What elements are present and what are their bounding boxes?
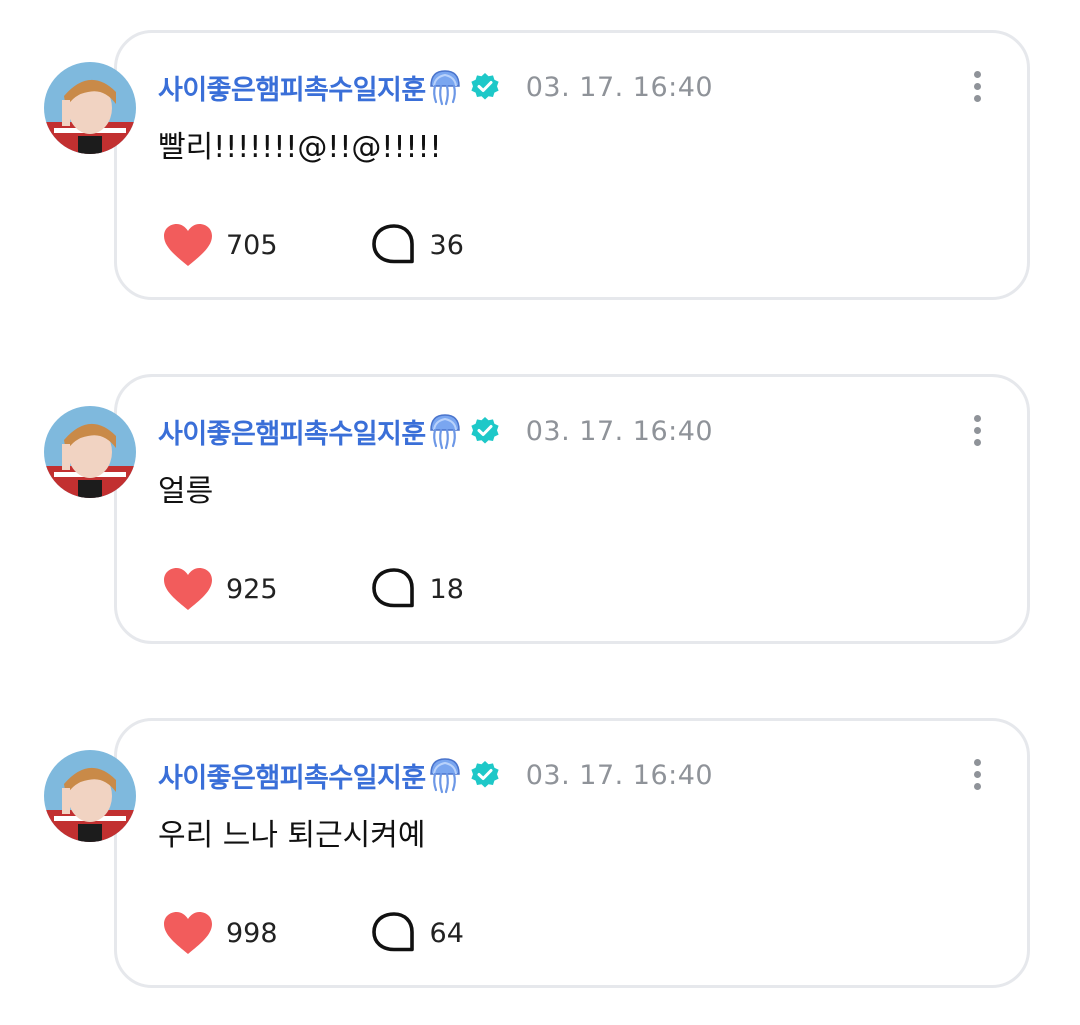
more-dot: [973, 770, 981, 778]
like-button[interactable]: 705: [162, 222, 278, 268]
jellyfish-icon: [428, 412, 462, 450]
timestamp: 03. 17. 16:40: [525, 415, 714, 447]
username[interactable]: 사이좋은햄피촉수일지훈: [158, 68, 426, 107]
like-button[interactable]: 998: [162, 910, 278, 956]
username[interactable]: 사이좋은햄피촉수일지훈: [158, 756, 426, 795]
timestamp: 03. 17. 16:40: [525, 759, 714, 791]
comment-feed: 사이좋은햄피촉수일지훈 03. 17. 16:40 빨리!!!!!!!@!!@!…: [0, 0, 1080, 1025]
comment-count: 18: [429, 573, 464, 605]
reply-button[interactable]: 64: [352, 910, 464, 956]
comment-text: 우리 느나 퇴근시켜예: [158, 818, 426, 853]
more-dot: [973, 82, 981, 90]
more-dot: [973, 94, 981, 102]
speech-bubble-icon: [370, 222, 418, 268]
timestamp: 03. 17. 16:40: [525, 71, 714, 103]
like-button[interactable]: 925: [162, 566, 278, 612]
comment-actions: 705 36: [162, 220, 464, 270]
more-dot: [973, 414, 981, 422]
like-count: 925: [226, 573, 278, 605]
like-count: 705: [226, 229, 278, 261]
speech-bubble-icon: [370, 910, 418, 956]
avatar[interactable]: [44, 750, 136, 842]
comment-actions: 925 18: [162, 564, 464, 614]
more-options-button[interactable]: [960, 66, 994, 106]
comment-text: 빨리!!!!!!!@!!@!!!!!: [158, 130, 442, 165]
comment-text: 얼릉: [158, 474, 214, 509]
avatar[interactable]: [44, 406, 136, 498]
reply-button[interactable]: 36: [352, 222, 464, 268]
comment-actions: 998 64: [162, 908, 464, 958]
comment-post: 사이좋은햄피촉수일지훈 03. 17. 16:40 우리 느나 퇴근시켜예 99…: [0, 718, 1080, 993]
more-dot: [973, 782, 981, 790]
username[interactable]: 사이좋은햄피촉수일지훈: [158, 412, 426, 451]
jellyfish-icon: [428, 756, 462, 794]
speech-bubble-icon: [370, 566, 418, 612]
comment-post: 사이좋은햄피촉수일지훈 03. 17. 16:40 빨리!!!!!!!@!!@!…: [0, 30, 1080, 305]
verified-badge-icon: [470, 72, 500, 102]
comment-header: 사이좋은햄피촉수일지훈 03. 17. 16:40: [158, 752, 713, 798]
comment-count: 64: [429, 917, 464, 949]
avatar[interactable]: [44, 62, 136, 154]
comment-header: 사이좋은햄피촉수일지훈 03. 17. 16:40: [158, 408, 713, 454]
more-dot: [973, 70, 981, 78]
verified-badge-icon: [470, 416, 500, 446]
heart-icon: [162, 566, 214, 612]
like-count: 998: [226, 917, 278, 949]
more-dot: [973, 438, 981, 446]
heart-icon: [162, 910, 214, 956]
comment-count: 36: [429, 229, 464, 261]
heart-icon: [162, 222, 214, 268]
more-options-button[interactable]: [960, 754, 994, 794]
jellyfish-icon: [428, 68, 462, 106]
reply-button[interactable]: 18: [352, 566, 464, 612]
comment-header: 사이좋은햄피촉수일지훈 03. 17. 16:40: [158, 64, 713, 110]
more-dot: [973, 758, 981, 766]
more-options-button[interactable]: [960, 410, 994, 450]
verified-badge-icon: [470, 760, 500, 790]
comment-post: 사이좋은햄피촉수일지훈 03. 17. 16:40 얼릉 925 18: [0, 374, 1080, 649]
more-dot: [973, 426, 981, 434]
